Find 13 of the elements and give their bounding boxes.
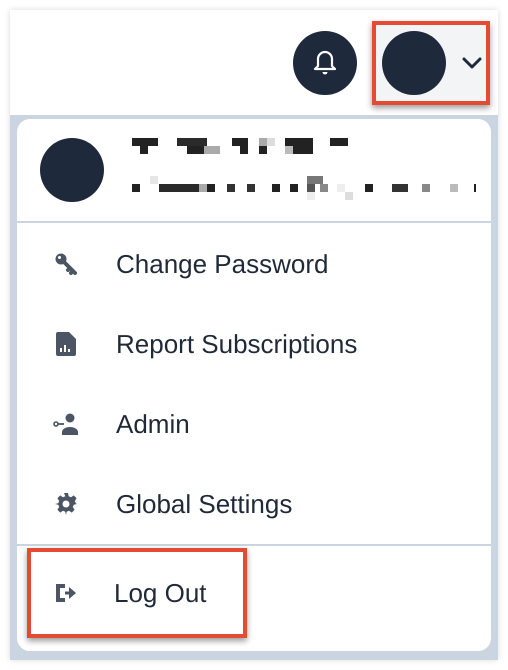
menu-item[interactable]: Change Password [17, 224, 491, 304]
menu-item[interactable]: Admin [17, 384, 491, 464]
bell-icon [313, 50, 337, 76]
settings-icon [54, 492, 78, 516]
chevron-down-icon [462, 56, 482, 68]
key-icon [54, 252, 78, 276]
menu-item[interactable]: Global Settings [17, 464, 491, 544]
log-out-button[interactable]: Log Out [27, 548, 247, 638]
user-key-icon [53, 413, 79, 435]
report-document-icon [56, 332, 76, 356]
user-menu-button[interactable] [372, 20, 490, 104]
log-out-icon [53, 581, 77, 605]
menu-item[interactable]: Report Subscriptions [17, 304, 491, 384]
